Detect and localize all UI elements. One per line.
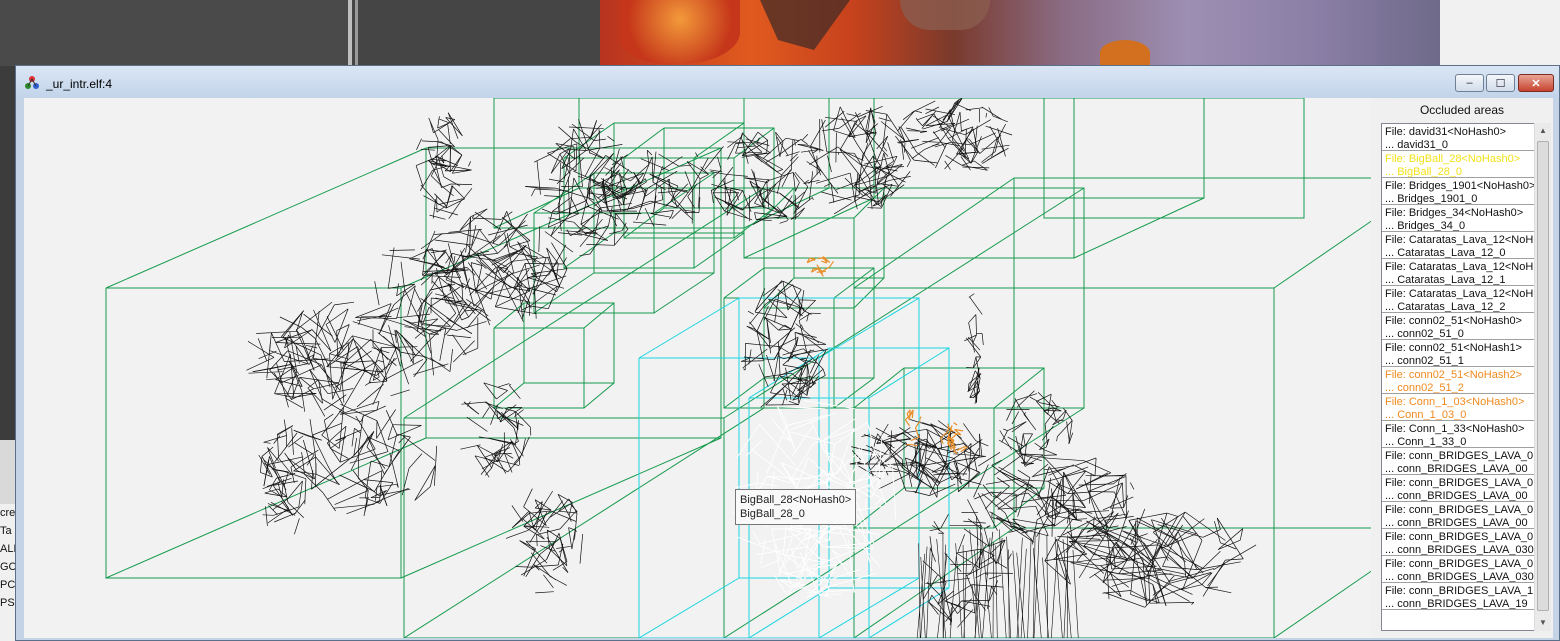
hover-tooltip: BigBall_28<NoHash0> BigBall_28_0 <box>735 489 857 525</box>
list-item[interactable]: File: BigBall_28<NoHash0>... BigBall_28_… <box>1382 151 1534 178</box>
mesh-object <box>916 529 1079 638</box>
list-item-file: File: conn_BRIDGES_LAVA_0 <box>1385 504 1534 516</box>
list-item-object: ... Cataratas_Lava_12_2 <box>1385 300 1506 313</box>
window-title: _ur_intr.elf:4 <box>46 77 113 91</box>
list-item-file: File: conn02_51<NoHash0> <box>1385 315 1522 327</box>
title-bar[interactable]: _ur_intr.elf:4 – ☐ ✕ <box>16 66 1559 98</box>
panel-title: Occluded areas <box>1419 103 1505 117</box>
list-item-object: ... Conn_1_03_0 <box>1385 408 1467 421</box>
list-item[interactable]: File: conn_BRIDGES_LAVA_0... conn_BRIDGE… <box>1382 475 1534 502</box>
list-item-file: File: conn_BRIDGES_LAVA_0 <box>1385 477 1534 489</box>
scroll-down-icon[interactable]: ▼ <box>1535 615 1551 631</box>
list-item-file: File: conn02_51<NoHash2> <box>1385 369 1522 381</box>
list-item-file: File: BigBall_28<NoHash0> <box>1385 153 1521 165</box>
list-item-object: ... conn_BRIDGES_LAVA_00 <box>1385 489 1528 502</box>
maximize-button[interactable]: ☐ <box>1486 74 1515 92</box>
background-window-edge <box>1440 0 1560 66</box>
list-item-file: File: Cataratas_Lava_12<NoH <box>1385 288 1534 300</box>
tooltip-object: BigBall_28_0 <box>740 508 805 520</box>
mesh-object <box>505 488 584 594</box>
wireframe-scene <box>105 98 1371 638</box>
mesh-object <box>806 256 834 277</box>
mesh-object <box>415 112 473 220</box>
list-item-file: File: conn02_51<NoHash1> <box>1385 342 1522 354</box>
list-item-file: File: Bridges_34<NoHash0> <box>1385 207 1524 219</box>
list-item[interactable]: File: conn02_51<NoHash2>... conn02_51_2 <box>1382 367 1534 394</box>
list-item-file: File: Cataratas_Lava_12<NoH <box>1385 261 1534 273</box>
list-item[interactable]: File: Cataratas_Lava_12<NoH... Cataratas… <box>1382 259 1534 286</box>
list-item-object: ... conn02_51_0 <box>1385 327 1464 340</box>
list-item[interactable]: File: Cataratas_Lava_12<NoH... Cataratas… <box>1382 232 1534 259</box>
list-item-object: ... Conn_1_33_0 <box>1385 435 1467 448</box>
list-item-file: File: david31<NoHash0> <box>1385 126 1507 138</box>
mesh-object <box>284 403 438 517</box>
background-window <box>0 0 348 66</box>
mesh-object <box>964 293 984 404</box>
list-item-object: ... conn_BRIDGES_LAVA_030 <box>1385 543 1534 556</box>
scroll-thumb[interactable] <box>1537 141 1549 611</box>
list-item-object: ... conn_BRIDGES_LAVA_19 <box>1385 597 1528 610</box>
list-item-file: File: conn_BRIDGES_LAVA_0 <box>1385 558 1534 570</box>
app-icon <box>25 76 39 89</box>
list-item-object: ... Bridges_1901_0 <box>1385 192 1478 205</box>
mesh-object <box>258 419 307 535</box>
bounding-box <box>1043 98 1305 219</box>
list-item[interactable]: File: conn_BRIDGES_LAVA_1... conn_BRIDGE… <box>1382 583 1534 610</box>
tooltip-file: BigBall_28<NoHash0> <box>740 494 852 506</box>
list-item[interactable]: File: Conn_1_33<NoHash0>... Conn_1_33_0 <box>1382 421 1534 448</box>
3d-viewport[interactable]: BigBall_28<NoHash0> BigBall_28_0 <box>24 98 1371 638</box>
list-item-object: ... Bridges_34_0 <box>1385 219 1466 232</box>
list-item-file: File: Conn_1_03<NoHash0> <box>1385 396 1525 408</box>
list-item[interactable]: File: conn_BRIDGES_LAVA_0... conn_BRIDGE… <box>1382 556 1534 583</box>
list-item-object: ... Cataratas_Lava_12_1 <box>1385 273 1506 286</box>
close-icon: ✕ <box>1531 77 1541 90</box>
list-item-object: ... Cataratas_Lava_12_0 <box>1385 246 1506 259</box>
close-button[interactable]: ✕ <box>1518 74 1554 92</box>
mesh-object <box>895 98 1013 171</box>
list-item-object: ... conn02_51_2 <box>1385 381 1464 394</box>
list-item-object: ... conn_BRIDGES_LAVA_00 <box>1385 462 1528 475</box>
mesh-object <box>355 247 491 378</box>
background-divider <box>348 0 352 66</box>
background-render-view <box>600 0 1440 66</box>
occluded-areas-list[interactable]: File: david31<NoHash0>... david31_0 File:… <box>1381 123 1535 631</box>
mesh-object <box>246 301 424 417</box>
bounding-box <box>493 302 615 409</box>
list-item[interactable]: File: Bridges_1901<NoHash0>... Bridges_1… <box>1382 178 1534 205</box>
list-item-file: File: conn_BRIDGES_LAVA_0 <box>1385 531 1534 543</box>
list-item-file: File: Cataratas_Lava_12<NoH <box>1385 234 1534 246</box>
list-item[interactable]: File: conn_BRIDGES_LAVA_0... conn_BRIDGE… <box>1382 448 1534 475</box>
list-item[interactable]: File: conn02_51<NoHash1>... conn02_51_1 <box>1382 340 1534 367</box>
list-item-file: File: conn_BRIDGES_LAVA_0 <box>1385 450 1534 462</box>
list-item-file: File: Conn_1_33<NoHash0> <box>1385 423 1525 435</box>
minimize-icon: – <box>1466 77 1473 89</box>
list-item-object: ... conn02_51_1 <box>1385 354 1464 367</box>
list-item[interactable]: File: Cataratas_Lava_12<NoH... Cataratas… <box>1382 286 1534 313</box>
list-item[interactable]: File: conn_BRIDGES_LAVA_0... conn_BRIDGE… <box>1382 502 1534 529</box>
occluded-areas-panel: Occluded areas File: david31<NoHash0>...… <box>1371 98 1553 638</box>
maximize-icon: ☐ <box>1495 77 1506 90</box>
list-item-file: File: Bridges_1901<NoHash0> <box>1385 180 1534 192</box>
list-scrollbar[interactable]: ▲ ▼ <box>1534 123 1551 631</box>
list-item[interactable]: File: Conn_1_03<NoHash0>... Conn_1_03_0 <box>1382 394 1534 421</box>
list-item-file: File: conn_BRIDGES_LAVA_1 <box>1385 585 1534 597</box>
mesh-object <box>460 382 532 478</box>
list-item[interactable]: File: david31<NoHash0>... david31_0 <box>1382 124 1534 151</box>
list-item-object: ... conn_BRIDGES_LAVA_030 <box>1385 570 1534 583</box>
viewer-window: _ur_intr.elf:4 – ☐ ✕ BigBall_28<NoHash0>… <box>15 65 1560 641</box>
list-item[interactable]: File: conn02_51<NoHash0>... conn02_51_0 <box>1382 313 1534 340</box>
list-item[interactable]: File: conn_BRIDGES_LAVA_0... conn_BRIDGE… <box>1382 529 1534 556</box>
mesh-object <box>1044 508 1257 608</box>
minimize-button[interactable]: – <box>1455 74 1484 92</box>
list-item-object: ... david31_0 <box>1385 138 1448 151</box>
background-divider <box>355 0 358 66</box>
scroll-up-icon[interactable]: ▲ <box>1535 123 1551 139</box>
mesh-object <box>740 279 829 408</box>
list-item-object: ... conn_BRIDGES_LAVA_00 <box>1385 516 1528 529</box>
list-item[interactable]: File: Bridges_34<NoHash0>... Bridges_34_… <box>1382 205 1534 232</box>
list-item-object: ... BigBall_28_0 <box>1385 165 1463 178</box>
